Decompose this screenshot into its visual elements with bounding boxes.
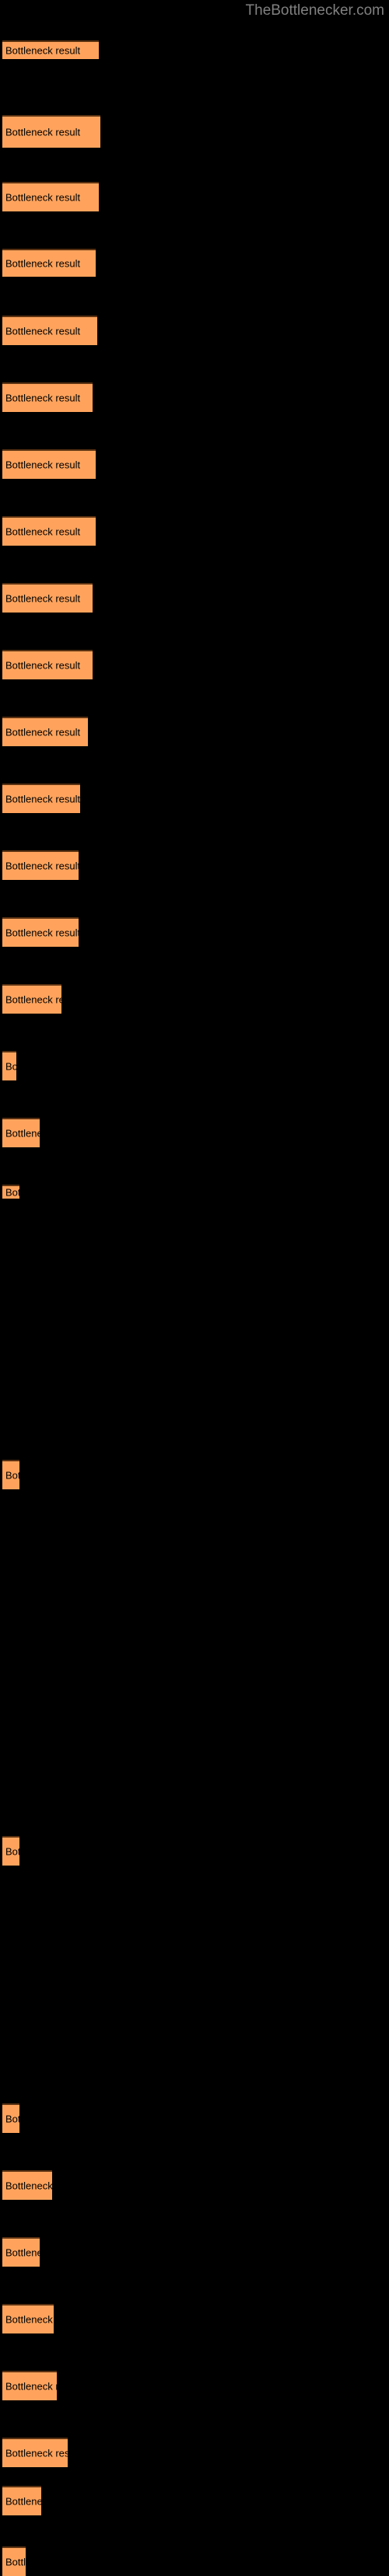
bottleneck-bar-chart: TheBottlenecker.com Bottleneck result Bot…: [0, 0, 389, 2576]
bar-row[interactable]: Bottleneck result: [2, 182, 99, 211]
bar-row[interactable]: Bottleneck result: [2, 2237, 40, 2267]
bar-row[interactable]: Bottleneck result: [2, 2438, 68, 2467]
bar-label: Bottleneck result: [5, 1845, 19, 1858]
bar-label: Bottleneck result: [5, 2113, 19, 2125]
bar-label: Bottleneck result: [5, 1127, 40, 1140]
bar-row[interactable]: Bottleneck result: [2, 850, 79, 880]
bar-row[interactable]: Bottleneck result: [2, 2486, 41, 2515]
bar-label: Bottleneck result: [5, 2380, 57, 2393]
bar-label: Bottleneck result: [5, 44, 81, 57]
bar-label: Bottleneck result: [5, 2246, 40, 2259]
bar-label: Bottleneck result: [5, 927, 79, 939]
bar-row[interactable]: Bottleneck result: [2, 516, 96, 546]
bar-label: Bottleneck result: [5, 793, 80, 805]
bar-label: Bottleneck result: [5, 1060, 16, 1073]
bar-row[interactable]: Bottleneck result: [2, 2304, 54, 2333]
bar-row[interactable]: Bottleneck result: [2, 1836, 19, 1866]
bar-row[interactable]: Bottleneck result: [2, 650, 93, 679]
bar-label: Bottleneck result: [5, 726, 81, 738]
bar-row[interactable]: Bottleneck result: [2, 717, 88, 746]
bar-label: Bottleneck result: [5, 2556, 26, 2568]
bar-row[interactable]: Bottleneck result: [2, 2546, 26, 2576]
bar-label: Bottleneck result: [5, 993, 61, 1006]
bar-label: Bottleneck result: [5, 257, 81, 270]
bar-label: Bottleneck result: [5, 325, 81, 337]
bar-row[interactable]: Bottleneck result: [2, 2371, 57, 2400]
bar-row[interactable]: Bottleneck result: [2, 583, 93, 613]
bar-row[interactable]: Bottleneck result: [2, 382, 93, 412]
bar-label: Bottleneck result: [5, 659, 81, 672]
bar-row[interactable]: Bottleneck result: [2, 1051, 16, 1080]
bar-label: Bottleneck result: [5, 126, 81, 138]
bar-row[interactable]: Bottleneck result: [2, 1118, 40, 1147]
bar-row[interactable]: Bottleneck result: [2, 784, 80, 813]
bar-row[interactable]: Bottleneck result: [2, 249, 96, 277]
bar-row[interactable]: Bottleneck result: [2, 115, 100, 148]
bar-label: Bottleneck result: [5, 1469, 19, 1482]
bar-label: Bottleneck result: [5, 191, 81, 204]
bar-label: Bottleneck result: [5, 860, 79, 872]
bar-label: Bottleneck result: [5, 392, 81, 404]
bar-row[interactable]: Bottleneck result: [2, 316, 97, 345]
bar-row[interactable]: Bottleneck result: [2, 449, 96, 479]
bar-row[interactable]: Bottleneck result: [2, 40, 99, 59]
bar-label: Bottleneck result: [5, 2495, 41, 2508]
bar-row[interactable]: Bottleneck result: [2, 984, 61, 1014]
bar-row[interactable]: Bottleneck result: [2, 1460, 19, 1489]
bar-label: Bottleneck result: [5, 1186, 19, 1199]
bar-label: Bottleneck result: [5, 2180, 52, 2192]
bar-row[interactable]: Bottleneck result: [2, 917, 79, 947]
bar-series: Bottleneck result Bottleneck result Bottle…: [0, 0, 389, 2576]
bar-label: Bottleneck result: [5, 525, 81, 538]
bar-row[interactable]: Bottleneck result: [2, 2170, 52, 2200]
bar-label: Bottleneck result: [5, 592, 81, 605]
bar-label: Bottleneck result: [5, 2313, 54, 2326]
bar-label: Bottleneck result: [5, 459, 81, 471]
bar-row[interactable]: Bottleneck result: [2, 2103, 19, 2133]
bar-row[interactable]: Bottleneck result: [2, 1185, 19, 1199]
bar-label: Bottleneck result: [5, 2447, 68, 2459]
